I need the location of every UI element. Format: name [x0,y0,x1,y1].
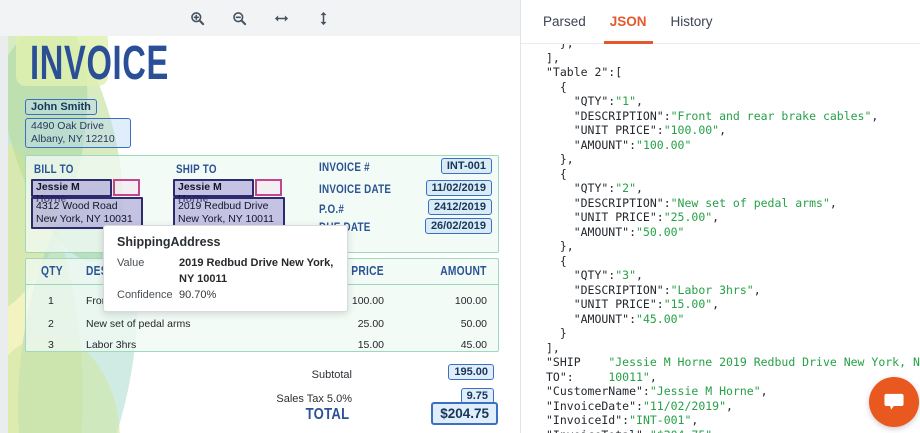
json-code-line: }, [546,239,920,254]
app: INVOICE John Smith 4490 Oak Drive Albany… [0,0,920,433]
fit-height-icon [316,11,331,26]
field-highlight-subtotal[interactable]: 195.00 [448,364,494,380]
json-code-line: "DESCRIPTION":"Front and rear brake cabl… [546,109,920,124]
json-code-line: "SHIP "Jessie M Horne 2019 Redbud Drive … [546,355,920,370]
json-code-line: "AMOUNT":"50.00" [546,225,920,240]
json-code-line: }, [546,152,920,167]
sender-address-line2: Albany, NY 12210 [31,133,125,146]
bill-to-label: BILL TO [34,162,74,176]
zoom-out-icon [232,11,247,26]
amount-header: AMOUNT [441,264,487,278]
cell-amount: 45.00 [461,339,487,351]
cell-unit-price: 15.00 [358,339,384,351]
field-highlight-billing-name[interactable]: Jessie M Horne [31,179,112,197]
json-code-line: { [546,167,920,182]
cell-description: Labor 3hrs [86,339,136,351]
field-highlight-invoice-date[interactable]: 11/02/2019 [426,180,492,196]
json-code-line: "DESCRIPTION":"Labor 3hrs", [546,283,920,298]
subtotal-label: Subtotal [312,369,352,381]
json-code-line: "QTY":"3", [546,268,920,283]
tooltip-confidence: 90.70% [179,287,216,303]
sales-tax-label: Sales Tax 5.0% [276,393,352,405]
json-code-line: "CustomerName":"Jessie M Horne", [546,384,920,399]
json-code-line: "UNIT PRICE":"25.00", [546,210,920,225]
billing-address-line1: 4312 Wood Road [36,200,138,213]
cell-description: New set of pedal arms [86,318,190,330]
cell-qty: 1 [48,295,54,307]
cell-amount: 100.00 [455,295,487,307]
fit-width-button[interactable] [268,5,294,31]
json-code: },],"Table 2":[ { "QTY":"1", "DESCRIPTIO… [521,44,920,433]
fit-height-button[interactable] [310,5,336,31]
tooltip-value-row: Value 2019 Redbud Drive New York, NY 100… [117,255,334,287]
json-code-line: "QTY":"2", [546,181,920,196]
cell-qty: 3 [48,339,54,351]
field-highlight-po-number[interactable]: 2412/2019 [428,199,492,215]
tab-parsed[interactable]: Parsed [543,0,586,43]
cell-qty: 2 [48,318,54,330]
tab-history[interactable]: History [671,0,713,43]
invoice-page: INVOICE John Smith 4490 Oak Drive Albany… [8,36,520,433]
tooltip-title: ShippingAddress [117,235,334,249]
field-highlight-shipping-name[interactable]: Jessie M Horne [173,179,254,197]
field-highlight-invoice-number[interactable]: INT-001 [441,158,492,174]
cell-amount: 50.00 [461,318,487,330]
json-code-line: ], [546,51,920,66]
json-code-line: } [546,326,920,341]
json-code-line: { [546,80,920,95]
zoom-in-button[interactable] [184,5,210,31]
invoice-number-label: INVOICE # [319,160,370,174]
json-code-line: "AMOUNT":"100.00" [546,138,920,153]
fit-width-icon [274,11,289,26]
json-code-line: { [546,254,920,269]
tab-bar: Parsed JSON History [521,0,920,44]
json-code-line: "DESCRIPTION":"New set of pedal arms", [546,196,920,211]
chat-bubble-icon [881,389,907,415]
json-code-line: "InvoiceId":"INT-001", [546,413,920,428]
ship-to-label: SHIP TO [176,162,217,176]
json-code-line: "InvoiceTotal":"$204.75" [546,428,920,433]
json-code-line: "Table 2":[ [546,65,920,80]
json-code-line: ], [546,341,920,356]
total-label: TOTAL [305,406,349,424]
tooltip-value: 2019 Redbud Drive New York, NY 10011 [179,255,334,287]
field-highlight-pink[interactable] [255,179,282,196]
json-code-line: "UNIT PRICE":"15.00", [546,297,920,312]
json-code-line: TO": 10011", [546,370,920,385]
sender-address-line1: 4490 Oak Drive [31,120,125,133]
tooltip-confidence-label: Confidence [117,287,179,303]
tooltip-value-label: Value [117,255,179,287]
json-code-line: "InvoiceDate":"11/02/2019", [546,399,920,414]
cell-unit-price: 25.00 [358,318,384,330]
field-highlight-total[interactable]: $204.75 [431,402,498,425]
field-highlight-sender-address[interactable]: 4490 Oak Drive Albany, NY 12210 [25,118,131,148]
json-code-line: "UNIT PRICE":"100.00", [546,123,920,138]
results-panel: Parsed JSON History },],"Table 2":[ { "Q… [520,0,920,433]
field-highlight-pink[interactable] [113,179,140,196]
json-code-line: "QTY":"1", [546,94,920,109]
qty-header: QTY [41,264,63,278]
invoice-title: INVOICE [30,40,169,88]
json-code-line: "AMOUNT":"45.00" [546,312,920,327]
shipping-address-line1: 2019 Redbud Drive [178,200,280,213]
po-number-label: P.O.# [319,202,344,216]
zoom-in-icon [190,11,205,26]
viewer-toolbar [0,0,520,36]
chat-widget-button[interactable] [869,377,919,427]
field-tooltip: ShippingAddress Value 2019 Redbud Drive … [103,225,348,312]
invoice-date-label: INVOICE DATE [319,182,391,196]
cell-unit-price: 100.00 [352,295,384,307]
tooltip-confidence-row: Confidence 90.70% [117,287,334,303]
field-highlight-sender-name[interactable]: John Smith [25,99,97,115]
zoom-out-button[interactable] [226,5,252,31]
field-highlight-due-date[interactable]: 26/02/2019 [425,218,492,234]
document-viewer: INVOICE John Smith 4490 Oak Drive Albany… [0,0,520,433]
tab-json[interactable]: JSON [610,0,647,43]
json-view[interactable]: },],"Table 2":[ { "QTY":"1", "DESCRIPTIO… [521,44,920,433]
